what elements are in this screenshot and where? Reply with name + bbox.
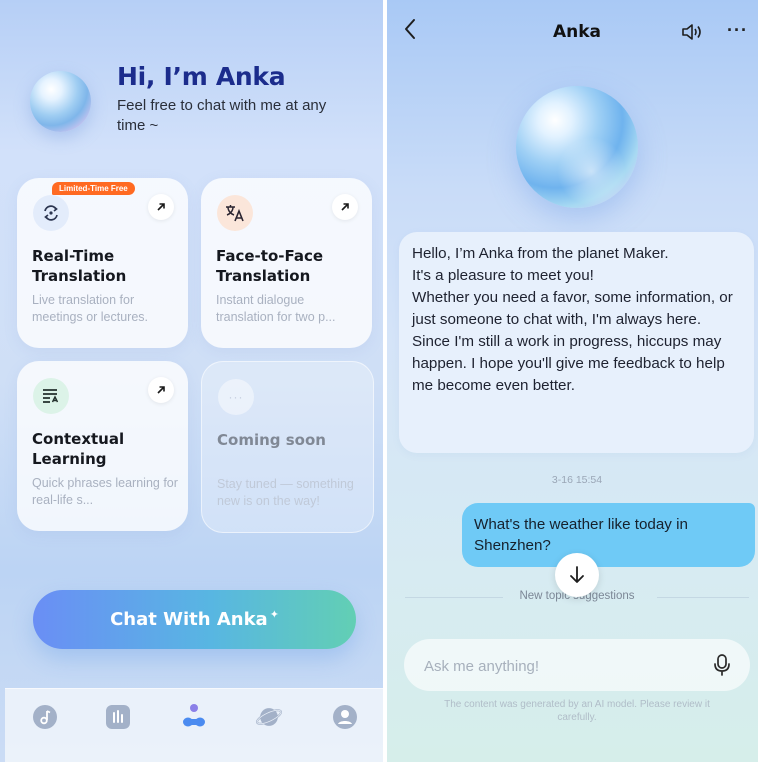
user-message-bubble: What's the weather like today in Shenzhe… — [462, 503, 755, 567]
card-real-time-translation[interactable]: Limited-Time Free Real-Time Translation … — [17, 178, 188, 348]
card-title: Contextual Learning — [32, 430, 125, 468]
sparkle-icon: ✦ — [269, 608, 279, 621]
greeting-title: Hi, I’m Anka — [117, 62, 286, 91]
bot-message-text: Hello, I’m Anka from the planet Maker. I… — [412, 245, 733, 394]
scroll-down-button[interactable] — [555, 553, 599, 597]
card-description: Quick phrases learning for real-life s..… — [32, 476, 178, 507]
chat-input-container — [404, 639, 750, 691]
anka-avatar — [30, 71, 91, 132]
chat-button-label: Chat With Anka — [110, 609, 268, 630]
card-contextual-learning[interactable]: Contextual Learning Quick phrases learni… — [17, 361, 188, 531]
chat-input[interactable] — [422, 653, 696, 679]
card-title: Real-Time Translation — [32, 247, 127, 285]
ai-assistant-icon[interactable] — [180, 703, 208, 731]
chat-with-anka-button[interactable]: Chat With Anka ✦ — [33, 590, 356, 649]
card-description: Live translation for meetings or lecture… — [32, 293, 149, 324]
card-title: Face-to-Face Translation — [216, 247, 324, 285]
speaker-icon[interactable] — [681, 22, 705, 44]
arrow-up-right-icon[interactable] — [148, 377, 174, 403]
arrow-up-right-icon[interactable] — [148, 194, 174, 220]
microphone-icon[interactable] — [712, 653, 732, 677]
arrow-down-icon — [570, 566, 584, 583]
equalizer-icon[interactable] — [104, 703, 132, 731]
more-dots-icon: ··· — [218, 379, 254, 415]
card-coming-soon: ··· Coming soon Stay tuned — something n… — [201, 361, 374, 533]
anka-orb — [516, 86, 638, 208]
profile-icon[interactable] — [331, 703, 359, 731]
translate-cycle-icon — [33, 195, 69, 231]
more-options-icon[interactable]: ··· — [727, 20, 748, 41]
planet-icon[interactable] — [255, 703, 283, 731]
card-title: Coming soon — [217, 431, 326, 449]
bottom-tab-bar — [5, 688, 383, 762]
card-description: Instant dialogue translation for two p..… — [216, 293, 336, 324]
arrow-up-right-icon[interactable] — [332, 194, 358, 220]
ai-disclaimer: The content was generated by an AI model… — [444, 699, 710, 723]
card-face-to-face-translation[interactable]: Face-to-Face Translation Instant dialogu… — [201, 178, 372, 348]
bot-message-bubble: Hello, I’m Anka from the planet Maker. I… — [399, 232, 754, 453]
user-message-text: What's the weather like today in Shenzhe… — [474, 516, 688, 554]
greeting-subtitle: Feel free to chat with me at any time ~ — [117, 97, 327, 134]
music-note-icon[interactable] — [31, 703, 59, 731]
chat-screen: Anka ··· Hello, I’m Anka from the planet… — [387, 0, 758, 762]
document-list-icon — [33, 378, 69, 414]
card-description: Stay tuned — something new is on the way… — [217, 477, 354, 508]
language-translate-icon — [217, 195, 253, 231]
limited-time-badge: Limited-Time Free — [52, 182, 135, 195]
home-screen: Hi, I’m Anka Feel free to chat with me a… — [0, 0, 383, 762]
message-timestamp: 3-16 15:54 — [551, 474, 603, 486]
